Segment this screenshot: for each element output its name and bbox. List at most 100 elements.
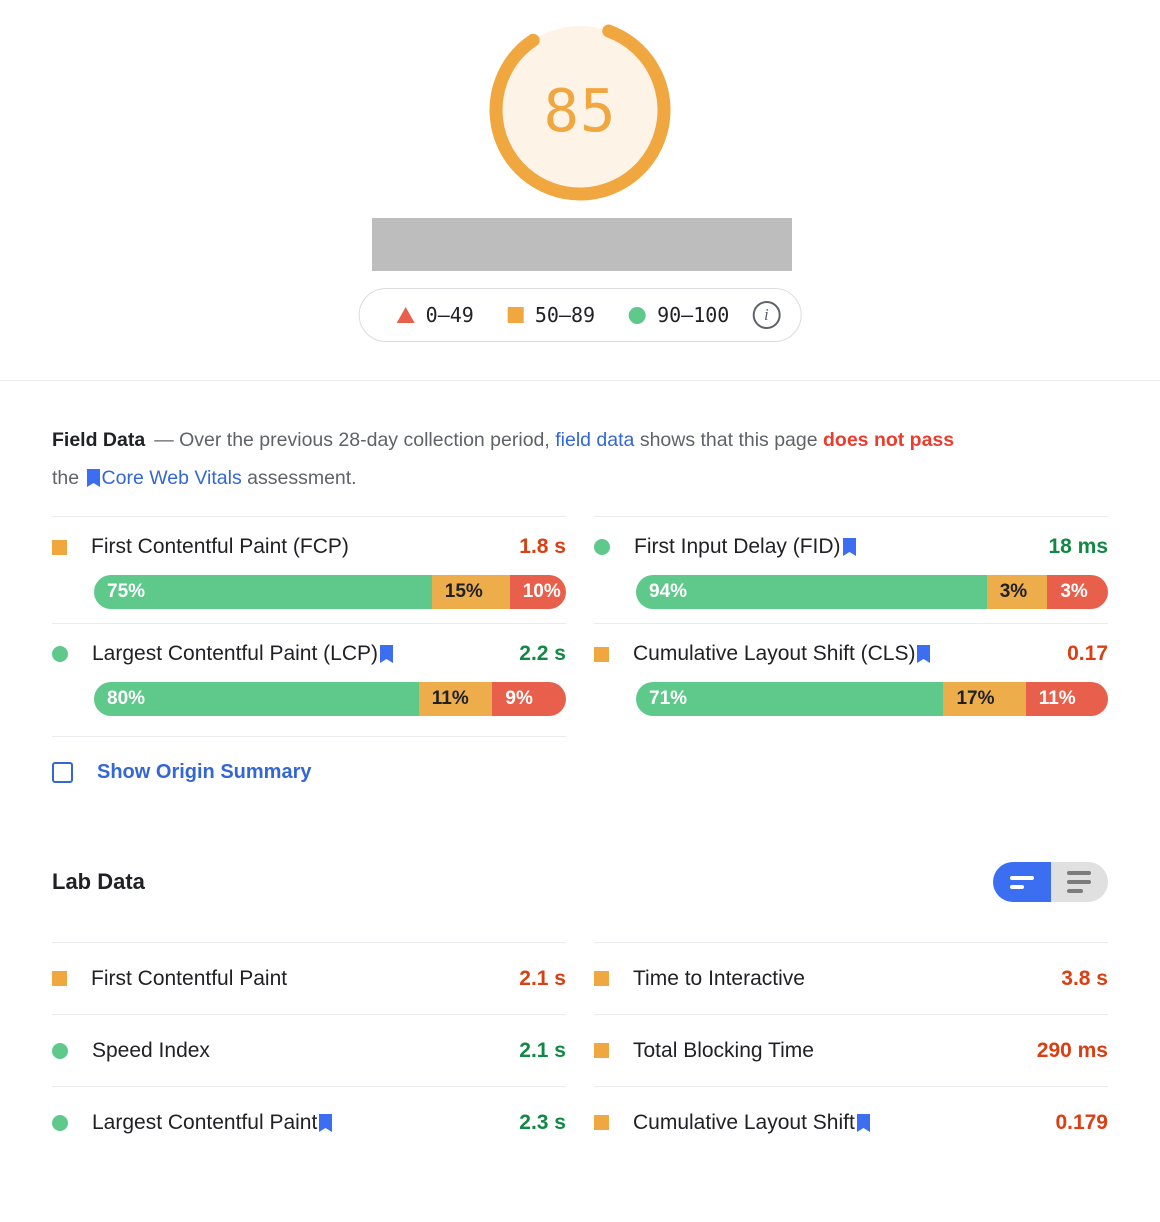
lab-metric-value: 2.3 s [519, 1110, 566, 1134]
triangle-icon [396, 307, 415, 323]
lab-metric-row[interactable]: Time to Interactive 3.8 s [594, 942, 1108, 1014]
field-metric-distribution: 75% 15% 10% [94, 575, 566, 609]
distribution-poor: 10% [509, 575, 566, 609]
field-metric-distribution: 71% 17% 11% [636, 682, 1108, 716]
status-green-icon [52, 1042, 68, 1059]
score-value: 85 [543, 75, 617, 145]
lab-data-header: Lab Data [52, 862, 1108, 902]
circle-icon [629, 306, 647, 324]
compact-view-icon[interactable] [993, 862, 1051, 902]
status-orange-icon [52, 971, 67, 986]
field-metric-row[interactable]: Largest Contentful Paint (LCP) 2.2 s 80% 11… [52, 623, 566, 730]
square-icon [507, 307, 524, 323]
field-desc-3: the [52, 467, 80, 489]
lab-metric-name: Largest Contentful Paint [92, 1111, 519, 1135]
lab-metric-value: 290 ms [1036, 1038, 1108, 1062]
field-metric-distribution: 80% 11% 9% [94, 682, 566, 716]
distribution-average: 15% [431, 575, 510, 609]
view-toggle[interactable] [993, 862, 1108, 902]
lab-metric-value: 0.179 [1055, 1110, 1108, 1134]
field-metric-value: 0.17 [1067, 642, 1108, 665]
bookmark-icon [319, 1113, 333, 1132]
legend-item-poor: 0–49 [380, 303, 491, 327]
legend-label-average: 50–89 [534, 303, 596, 327]
legend-label-poor: 0–49 [425, 303, 474, 327]
distribution-average: 3% [986, 575, 1048, 609]
status-orange-icon [594, 1115, 609, 1130]
lab-metric-name: Time to Interactive [633, 966, 805, 990]
section-divider [0, 380, 1160, 381]
status-green-icon [594, 539, 610, 555]
lab-metric-name: Speed Index [92, 1038, 210, 1062]
bookmark-icon [86, 469, 100, 487]
field-metric-value: 1.8 s [519, 535, 566, 558]
info-icon[interactable]: i [752, 301, 781, 329]
field-metric-name: Cumulative Layout Shift (CLS) [633, 642, 1067, 666]
distribution-average: 11% [418, 682, 493, 716]
distribution-good: 94% [636, 575, 987, 609]
report-body: Field Data — Over the previous 28-day col… [0, 381, 1160, 1158]
legend-item-average: 50–89 [491, 303, 612, 327]
distribution-average: 17% [943, 682, 1026, 716]
bookmark-icon [917, 645, 931, 663]
status-orange-icon [52, 539, 67, 555]
lab-data-title: Lab Data [52, 869, 145, 894]
distribution-poor: 3% [1047, 575, 1108, 609]
lab-metric-name: Cumulative Layout Shift [633, 1111, 1055, 1135]
distribution-good: 71% [636, 682, 944, 716]
field-fail-text: does not pass [823, 429, 955, 451]
field-metric-name: First Input Delay (FID) [634, 535, 1048, 559]
lab-metric-row[interactable]: Cumulative Layout Shift 0.179 [594, 1086, 1108, 1158]
field-metrics-grid: First Contentful Paint (FCP) 1.8 s 75% 15% 1… [52, 516, 1108, 730]
field-metric-name: First Contentful Paint (FCP) [91, 535, 349, 558]
performance-score-gauge: 85 [480, 10, 680, 210]
status-orange-icon [594, 646, 609, 662]
lab-metric-name: First Contentful Paint [91, 966, 288, 990]
field-data-header: Field Data — Over the previous 28-day col… [52, 381, 1108, 497]
lab-metric-row[interactable]: Total Blocking Time 290 ms [594, 1014, 1108, 1086]
field-metric-distribution: 94% 3% 3% [636, 575, 1108, 609]
expanded-view-icon[interactable] [1050, 862, 1108, 902]
core-web-vitals-link[interactable]: Core Web Vitals [102, 467, 242, 489]
status-orange-icon [594, 971, 609, 986]
lab-metric-value: 2.1 s [519, 966, 566, 990]
distribution-good: 75% [94, 575, 432, 609]
show-origin-summary-row[interactable]: Show Origin Summary [52, 736, 566, 784]
field-metric-value: 2.2 s [519, 642, 566, 665]
field-data-dash: — [154, 429, 174, 451]
field-desc-1: Over the previous 28-day collection peri… [179, 429, 550, 451]
lab-metric-name: Total Blocking Time [633, 1038, 814, 1062]
field-metric-row[interactable]: Cumulative Layout Shift (CLS) 0.17 71% 17% 1… [594, 623, 1108, 730]
distribution-poor: 11% [1025, 682, 1108, 716]
legend-label-good: 90–100 [657, 303, 730, 327]
redacted-url-bar [372, 218, 792, 271]
pagespeed-report: 85 0–49 50–89 90–100 i Field Data— Over [0, 0, 1160, 1222]
lab-metrics-grid: First Contentful Paint 2.1 s Time to Inter… [52, 942, 1108, 1158]
lab-metric-row[interactable]: First Contentful Paint 2.1 s [52, 942, 566, 1014]
lab-metric-value: 3.8 s [1061, 966, 1108, 990]
field-desc-2: shows that this page [639, 429, 818, 451]
bookmark-icon [842, 538, 856, 556]
field-metric-name: Largest Contentful Paint (LCP) [92, 642, 519, 666]
status-green-icon [52, 1114, 68, 1131]
legend-item-good: 90–100 [612, 303, 746, 327]
field-data-title: Field Data [52, 429, 146, 451]
distribution-good: 80% [94, 682, 419, 716]
bookmark-icon [379, 645, 393, 663]
status-green-icon [52, 646, 68, 662]
bookmark-icon [856, 1113, 870, 1132]
field-metric-row[interactable]: First Contentful Paint (FCP) 1.8 s 75% 15% 1… [52, 516, 566, 623]
field-desc-4: assessment. [247, 467, 357, 489]
field-data-link[interactable]: field data [555, 429, 634, 451]
score-legend: 0–49 50–89 90–100 i [358, 288, 802, 342]
field-metric-row[interactable]: First Input Delay (FID) 18 ms 94% 3% 3% [594, 516, 1108, 623]
field-metric-value: 18 ms [1048, 535, 1108, 558]
lab-metric-value: 2.1 s [519, 1038, 566, 1062]
lab-metric-row[interactable]: Speed Index 2.1 s [52, 1014, 566, 1086]
score-section: 85 0–49 50–89 90–100 i [0, 0, 1160, 381]
distribution-poor: 9% [492, 682, 566, 716]
origin-summary-label: Show Origin Summary [97, 761, 312, 783]
lab-metric-row[interactable]: Largest Contentful Paint 2.3 s [52, 1086, 566, 1158]
status-orange-icon [594, 1043, 609, 1058]
origin-summary-checkbox[interactable] [52, 762, 73, 783]
